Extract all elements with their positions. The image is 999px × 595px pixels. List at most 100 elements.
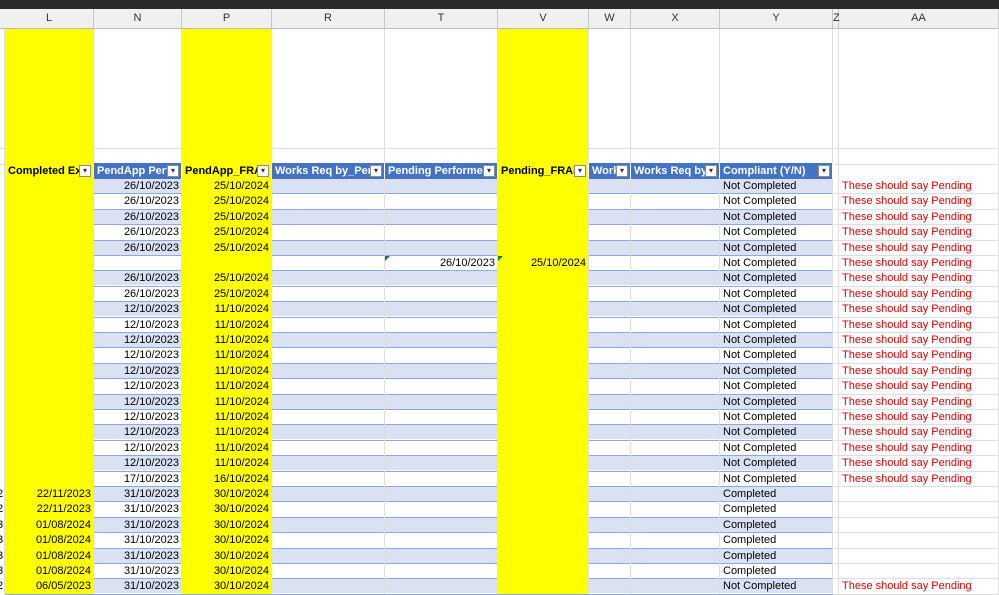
cell-pending-performed[interactable] bbox=[385, 472, 498, 487]
cell-pendapp-fra[interactable]: 30/10/2024 bbox=[182, 487, 272, 502]
cell-pending-fraex[interactable] bbox=[498, 441, 589, 456]
filter-dropdown-icon[interactable]: ▾ bbox=[257, 165, 269, 177]
column-header-r[interactable]: R bbox=[272, 9, 385, 28]
cell-completed-exp[interactable] bbox=[5, 179, 94, 194]
column-header-p[interactable]: P bbox=[182, 9, 272, 28]
cell-note[interactable] bbox=[839, 518, 999, 533]
cell-pendapp-perf[interactable]: 17/10/2023 bbox=[94, 472, 182, 487]
cell-note[interactable] bbox=[839, 502, 999, 517]
cell-pendapp-perf[interactable]: 31/10/2023 bbox=[94, 487, 182, 502]
cell-pendapp-fra[interactable]: 25/10/2024 bbox=[182, 225, 272, 240]
filter-dropdown-icon[interactable]: ▾ bbox=[370, 165, 382, 177]
cell-note[interactable]: These should say Pending bbox=[839, 256, 999, 271]
cell-completed-exp[interactable] bbox=[5, 225, 94, 240]
cell-pending-fraex[interactable] bbox=[498, 379, 589, 394]
cell-pending-performed[interactable] bbox=[385, 194, 498, 209]
cell-note[interactable]: These should say Pending bbox=[839, 241, 999, 256]
cell-note[interactable]: These should say Pending bbox=[839, 225, 999, 240]
cell-pendapp-fra[interactable]: 11/10/2024 bbox=[182, 456, 272, 471]
cell-pendapp-fra[interactable]: 11/10/2024 bbox=[182, 441, 272, 456]
error-indicator-icon[interactable] bbox=[385, 256, 390, 261]
cell-pendapp-perf[interactable]: 31/10/2023 bbox=[94, 533, 182, 548]
cell-pending-performed[interactable] bbox=[385, 441, 498, 456]
cell-pendapp-fra[interactable]: 16/10/2024 bbox=[182, 472, 272, 487]
cell-pending-performed[interactable] bbox=[385, 318, 498, 333]
cell-pendapp-perf[interactable] bbox=[94, 256, 182, 271]
cell-completed-exp[interactable]: 22/11/2023 bbox=[5, 502, 94, 517]
cell-note[interactable]: These should say Pending bbox=[839, 410, 999, 425]
cell-pending-performed[interactable] bbox=[385, 564, 498, 579]
cell-pending-fraex[interactable] bbox=[498, 410, 589, 425]
cell-pendapp-fra[interactable]: 11/10/2024 bbox=[182, 410, 272, 425]
column-header-v[interactable]: V bbox=[498, 9, 589, 28]
cell-pending-fraex[interactable] bbox=[498, 302, 589, 317]
error-indicator-icon[interactable] bbox=[498, 256, 503, 261]
cell-note[interactable]: These should say Pending bbox=[839, 302, 999, 317]
cell-pending-fraex[interactable] bbox=[498, 210, 589, 225]
cell-pending-fraex[interactable] bbox=[498, 179, 589, 194]
cell-pendapp-perf[interactable]: 12/10/2023 bbox=[94, 456, 182, 471]
cell-pendapp-perf[interactable]: 26/10/2023 bbox=[94, 194, 182, 209]
cell-completed-exp[interactable] bbox=[5, 210, 94, 225]
column-header-x[interactable]: X bbox=[631, 9, 720, 28]
cell-pending-performed[interactable] bbox=[385, 302, 498, 317]
cell-note[interactable]: These should say Pending bbox=[839, 210, 999, 225]
cell-pending-performed[interactable] bbox=[385, 549, 498, 564]
cell-pendapp-perf[interactable]: 12/10/2023 bbox=[94, 348, 182, 363]
filter-dropdown-icon[interactable]: ▾ bbox=[79, 165, 91, 177]
cell-pendapp-perf[interactable]: 31/10/2023 bbox=[94, 579, 182, 594]
filter-dropdown-icon[interactable]: ▾ bbox=[705, 165, 717, 177]
cell-pending-performed[interactable] bbox=[385, 379, 498, 394]
cell-compliant[interactable]: Not Completed bbox=[720, 379, 833, 394]
cell-pending-fraex[interactable] bbox=[498, 333, 589, 348]
cell-completed-exp[interactable]: 01/08/2024 bbox=[5, 533, 94, 548]
cell-note[interactable] bbox=[839, 564, 999, 579]
cell-pending-fraex[interactable] bbox=[498, 579, 589, 594]
cell-pendapp-fra[interactable]: 11/10/2024 bbox=[182, 333, 272, 348]
cell-pending-performed[interactable] bbox=[385, 410, 498, 425]
column-header-w[interactable]: W bbox=[589, 9, 631, 28]
cell-pendapp-perf[interactable]: 12/10/2023 bbox=[94, 302, 182, 317]
cell-compliant[interactable]: Not Completed bbox=[720, 241, 833, 256]
column-header-t[interactable]: T bbox=[385, 9, 498, 28]
cell-pendapp-perf[interactable]: 31/10/2023 bbox=[94, 518, 182, 533]
cell-pendapp-perf[interactable]: 26/10/2023 bbox=[94, 225, 182, 240]
cell-clipped-digit[interactable]: 2 bbox=[0, 579, 5, 594]
column-header-n[interactable]: N bbox=[94, 9, 182, 28]
cell-completed-exp[interactable] bbox=[5, 348, 94, 363]
cell-pendapp-perf[interactable]: 26/10/2023 bbox=[94, 210, 182, 225]
cell-completed-exp[interactable] bbox=[5, 441, 94, 456]
cell-completed-exp[interactable]: 06/05/2023 bbox=[5, 579, 94, 594]
cell-clipped-digit[interactable]: 3 bbox=[0, 518, 5, 533]
cell-completed-exp[interactable] bbox=[5, 302, 94, 317]
cell-compliant[interactable]: Not Completed bbox=[720, 441, 833, 456]
filter-dropdown-icon[interactable]: ▾ bbox=[818, 165, 830, 177]
filter-dropdown-icon[interactable]: ▾ bbox=[616, 165, 628, 177]
cell-compliant[interactable]: Not Completed bbox=[720, 348, 833, 363]
cell-pendapp-perf[interactable]: 12/10/2023 bbox=[94, 410, 182, 425]
cell-compliant[interactable]: Completed bbox=[720, 564, 833, 579]
cell-pendapp-fra[interactable]: 30/10/2024 bbox=[182, 564, 272, 579]
cell-pending-performed[interactable] bbox=[385, 241, 498, 256]
cell-pending-fraex[interactable] bbox=[498, 225, 589, 240]
cell-compliant[interactable]: Not Completed bbox=[720, 225, 833, 240]
cell-pending-performed[interactable] bbox=[385, 395, 498, 410]
cell-completed-exp[interactable]: 01/08/2024 bbox=[5, 549, 94, 564]
cell-pendapp-perf[interactable]: 12/10/2023 bbox=[94, 379, 182, 394]
cell-completed-exp[interactable] bbox=[5, 241, 94, 256]
cell-pending-fraex[interactable] bbox=[498, 549, 589, 564]
cell-compliant[interactable]: Completed bbox=[720, 549, 833, 564]
cell-pendapp-fra[interactable]: 25/10/2024 bbox=[182, 271, 272, 286]
cell-compliant[interactable]: Not Completed bbox=[720, 194, 833, 209]
cell-pending-fraex[interactable] bbox=[498, 194, 589, 209]
cell-pending-fraex[interactable] bbox=[498, 287, 589, 302]
cell-pendapp-perf[interactable]: 12/10/2023 bbox=[94, 364, 182, 379]
cell-pending-performed[interactable] bbox=[385, 210, 498, 225]
column-header-y[interactable]: Y bbox=[720, 9, 833, 28]
cell-compliant[interactable]: Not Completed bbox=[720, 579, 833, 594]
cell-pendapp-fra[interactable]: 11/10/2024 bbox=[182, 395, 272, 410]
cell-pending-fraex[interactable] bbox=[498, 487, 589, 502]
cell-compliant[interactable]: Not Completed bbox=[720, 302, 833, 317]
cell-pending-performed[interactable] bbox=[385, 518, 498, 533]
cell-pendapp-fra[interactable]: 30/10/2024 bbox=[182, 518, 272, 533]
